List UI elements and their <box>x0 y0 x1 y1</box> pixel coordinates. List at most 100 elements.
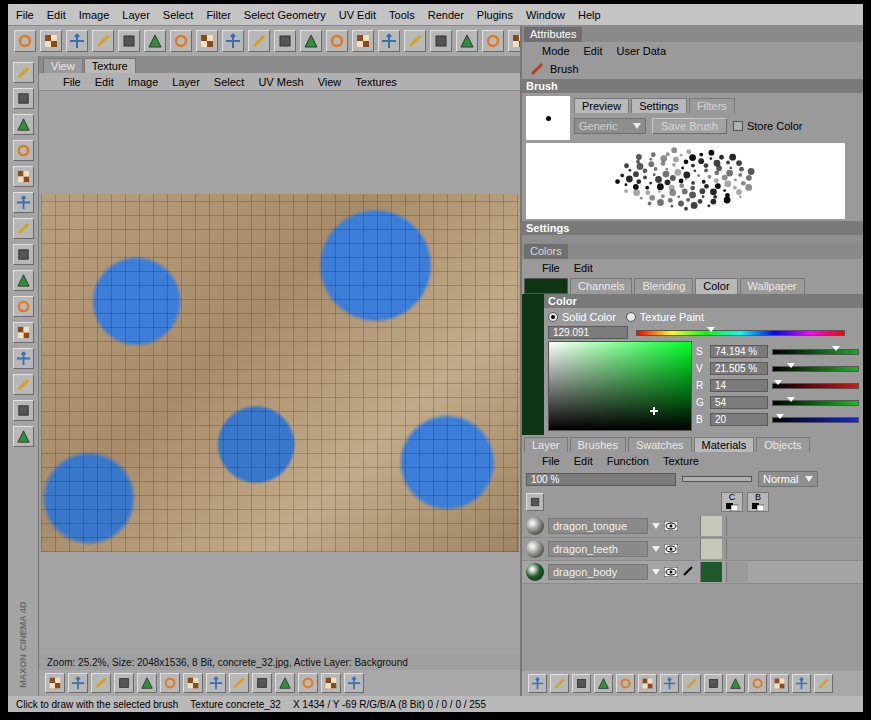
rotate-uv-button[interactable] <box>160 673 180 693</box>
channel-b-cell[interactable] <box>726 562 748 582</box>
save-brush-button[interactable]: Save Brush <box>652 118 727 134</box>
material-name[interactable]: dragon_teeth <box>548 541 648 557</box>
pencil-button[interactable] <box>300 30 322 52</box>
stamp-button[interactable] <box>274 30 296 52</box>
paint-setup-button[interactable] <box>222 30 244 52</box>
menu-item[interactable]: Select <box>214 76 245 88</box>
view-tab[interactable]: View <box>43 58 83 73</box>
scale-uv-button[interactable] <box>137 673 157 693</box>
eyedropper-button[interactable] <box>13 374 34 395</box>
rectangle-select-button[interactable] <box>13 88 34 109</box>
stamp-button[interactable] <box>13 192 34 213</box>
polygon-select-button[interactable] <box>13 140 34 161</box>
slider-thumb[interactable] <box>787 397 795 402</box>
opacity-field[interactable]: 100 % <box>526 473 676 486</box>
menu-item[interactable]: Edit <box>47 9 66 21</box>
manager-tab[interactable]: Objects <box>756 437 809 452</box>
menu-item[interactable]: Layer <box>172 76 200 88</box>
texture-view-button[interactable] <box>13 62 34 83</box>
colors-tab[interactable]: Wallpaper <box>740 278 805 294</box>
optimal-button[interactable] <box>275 673 295 693</box>
opacity-slider[interactable] <box>682 476 752 482</box>
menu-item[interactable]: Edit <box>584 45 603 57</box>
menu-item[interactable]: Mode <box>542 45 570 57</box>
drop-button[interactable] <box>13 270 34 291</box>
uv-edges-button[interactable] <box>91 673 111 693</box>
visibility-eye-icon[interactable] <box>664 521 678 531</box>
brush-thumbnail[interactable] <box>526 96 570 140</box>
brush-preset-dropdown[interactable]: Generic <box>574 118 646 134</box>
view-tab[interactable]: Texture <box>84 58 136 73</box>
slider-thumb[interactable] <box>832 346 840 351</box>
channel-b-cell[interactable] <box>726 516 748 536</box>
channel-c-cell[interactable] <box>700 516 722 536</box>
move-uv-button[interactable] <box>114 673 134 693</box>
hue-thumb[interactable] <box>707 327 715 332</box>
zoom-button[interactable] <box>13 400 34 421</box>
fit-canvas-button[interactable] <box>229 673 249 693</box>
undo-button[interactable] <box>14 30 36 52</box>
menu-item[interactable]: Edit <box>95 76 114 88</box>
slider-thumb[interactable] <box>774 380 782 385</box>
material-name[interactable]: dragon_tongue <box>548 518 648 534</box>
channel-header[interactable]: B <box>747 492 769 512</box>
visibility-eye-icon[interactable] <box>664 544 678 554</box>
colors-tab[interactable]: Colors <box>524 244 568 259</box>
brush-tab[interactable]: Preview <box>574 98 629 113</box>
colors-tab[interactable]: Blending <box>634 278 693 294</box>
settings-button[interactable] <box>814 674 833 693</box>
slider-thumb[interactable] <box>787 363 795 368</box>
brush-button[interactable] <box>248 30 270 52</box>
color-slider[interactable] <box>772 366 859 372</box>
eraser-button[interactable] <box>352 30 374 52</box>
store-color-checkbox[interactable] <box>733 121 743 131</box>
axis-button[interactable] <box>196 30 218 52</box>
color-slider[interactable] <box>772 383 859 389</box>
channel-b-cell[interactable] <box>726 539 748 559</box>
rotate-button[interactable] <box>170 30 192 52</box>
new-folder-button[interactable] <box>550 674 569 693</box>
bake-button[interactable] <box>748 674 767 693</box>
material-row[interactable]: dragon_body <box>522 561 863 584</box>
render-settings-button[interactable] <box>482 30 504 52</box>
slider-value[interactable]: 20 <box>710 413 768 426</box>
menu-item[interactable]: Help <box>578 9 601 21</box>
channel-header[interactable]: C <box>721 492 743 512</box>
color-swap-button[interactable] <box>13 426 34 447</box>
render-view-button[interactable] <box>456 30 478 52</box>
menu-item[interactable]: Function <box>607 455 649 467</box>
texture-canvas[interactable] <box>39 91 520 655</box>
color-mode-radio[interactable] <box>626 312 636 322</box>
manager-tab[interactable]: Layer <box>524 437 568 452</box>
manager-tab[interactable]: Brushes <box>570 437 626 452</box>
menu-item[interactable]: Textures <box>355 76 397 88</box>
menu-item[interactable]: Image <box>128 76 159 88</box>
material-tools-button[interactable] <box>526 493 544 511</box>
checker-button[interactable] <box>404 30 426 52</box>
channel-c-cell[interactable] <box>700 562 722 582</box>
color-mode-option[interactable]: Texture Paint <box>626 311 704 323</box>
hue-slider[interactable] <box>636 330 845 336</box>
channel-c-cell[interactable] <box>700 539 722 559</box>
color-mode-option[interactable]: Solid Color <box>548 311 616 323</box>
menu-item[interactable]: UV Edit <box>339 9 376 21</box>
menu-item[interactable]: File <box>542 262 560 274</box>
fill-button[interactable] <box>13 244 34 265</box>
text-button[interactable] <box>13 322 34 343</box>
menu-item[interactable]: File <box>63 76 81 88</box>
smudge-button[interactable] <box>326 30 348 52</box>
clone-button[interactable] <box>378 30 400 52</box>
menu-item[interactable]: Plugins <box>477 9 513 21</box>
colors-tab[interactable]: Channels <box>570 278 632 294</box>
manager-tab[interactable]: Swatches <box>628 437 692 452</box>
reload-button[interactable] <box>66 30 88 52</box>
magnify-button[interactable] <box>13 296 34 317</box>
slider-value[interactable]: 74.194 % <box>710 345 768 358</box>
save-button[interactable] <box>770 674 789 693</box>
menu-item[interactable]: Texture <box>663 455 699 467</box>
material-row[interactable]: dragon_tongue <box>522 515 863 538</box>
render-button[interactable] <box>430 30 452 52</box>
menu-item[interactable]: File <box>542 455 560 467</box>
store-color-option[interactable]: Store Color <box>733 120 803 132</box>
mirror-v-button[interactable] <box>206 673 226 693</box>
